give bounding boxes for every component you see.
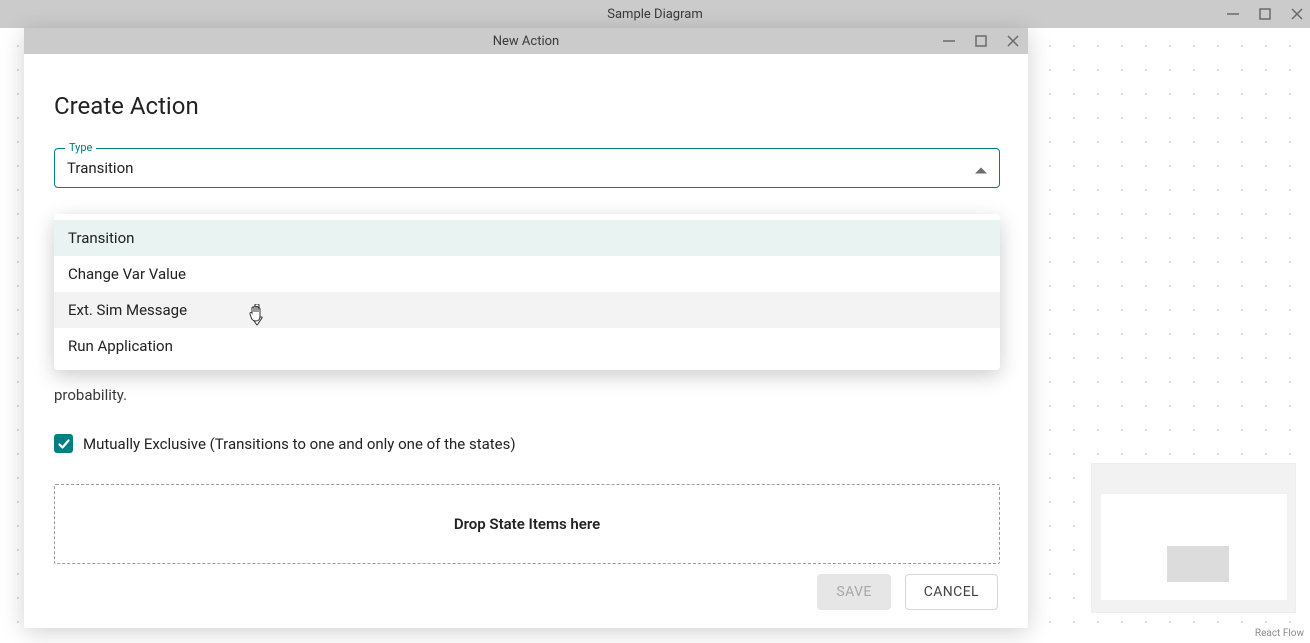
state-dropzone[interactable]: Drop State Items here [54,484,1000,564]
app-titlebar: Sample Diagram [0,0,1310,28]
type-option-label: Ext. Sim Message [68,301,187,319]
minimap-viewport [1101,494,1287,600]
dialog-maximize-icon[interactable] [974,34,988,48]
type-dropdown: Transition Change Var Value Ext. Sim Mes… [54,214,1000,370]
maximize-icon[interactable] [1258,7,1272,21]
dialog-close-icon[interactable] [1006,34,1020,48]
dropzone-text: Drop State Items here [454,515,600,533]
app-title: Sample Diagram [607,7,702,22]
cancel-button[interactable]: CANCEL [905,574,998,610]
dialog-window-controls [942,28,1020,54]
mutually-exclusive-checkbox[interactable] [54,434,73,453]
type-option-label: Run Application [68,337,173,355]
type-select-value: Transition [67,159,133,177]
type-select[interactable]: Type Transition [54,148,1000,188]
app-window-controls [1226,0,1304,28]
dialog-titlebar: New Action [24,28,1028,54]
close-icon[interactable] [1290,7,1304,21]
create-action-dialog: New Action Create Action Type Transition [24,28,1028,628]
minimize-icon[interactable] [1226,7,1240,21]
dialog-title: New Action [493,34,559,49]
type-option-label: Change Var Value [68,265,186,283]
react-flow-attribution: React Flow [1255,628,1304,639]
cancel-button-label: CANCEL [924,584,979,600]
instructions-text: probability. [54,386,127,404]
type-option-ext-sim-message[interactable]: Ext. Sim Message [54,292,1000,328]
minimap[interactable] [1091,463,1296,613]
mutually-exclusive-row: Mutually Exclusive (Transitions to one a… [54,434,516,453]
mutually-exclusive-label: Mutually Exclusive (Transitions to one a… [83,435,516,453]
save-button: SAVE [817,574,890,610]
dialog-body: Create Action Type Transition Transition… [24,54,1028,628]
minimap-node [1167,546,1229,582]
save-button-label: SAVE [836,584,871,600]
dialog-button-row: SAVE CANCEL [817,574,998,610]
dialog-minimize-icon[interactable] [942,34,956,48]
type-option-label: Transition [68,229,134,247]
type-option-run-application[interactable]: Run Application [54,328,1000,364]
check-icon [57,437,71,451]
type-option-change-var-value[interactable]: Change Var Value [54,256,1000,292]
type-option-transition[interactable]: Transition [54,220,1000,256]
type-select-label: Type [65,141,96,154]
dialog-heading: Create Action [54,92,998,120]
chevron-up-icon [975,159,987,178]
